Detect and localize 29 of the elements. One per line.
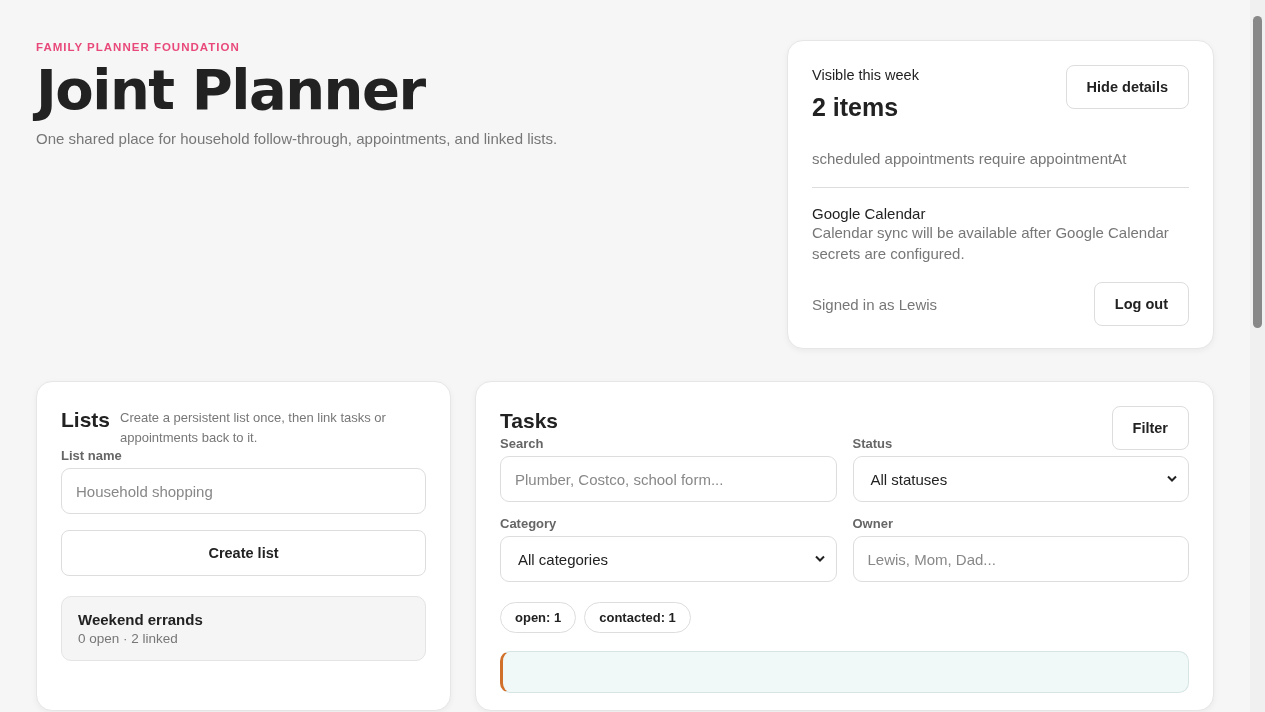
lists-description: Create a persistent list once, then link tasks or appointments back to it. xyxy=(120,409,387,447)
item-count: 2 items xyxy=(812,93,900,122)
summary-label: Visible this week xyxy=(812,67,919,83)
chevron-icon xyxy=(813,555,826,563)
filter-button[interactable]: Filter xyxy=(1111,406,1189,450)
lists-title: Lists xyxy=(61,408,110,432)
filter-dropdown[interactable]: All statuses xyxy=(852,456,1189,502)
field-label: Status xyxy=(852,436,894,451)
integration-title: Google Calendar xyxy=(812,205,927,222)
scrollbar[interactable] xyxy=(1250,0,1265,712)
signed-in-text: Signed in as Lewis xyxy=(812,295,938,313)
tasks-title: Tasks xyxy=(500,409,558,433)
field-label: Owner xyxy=(852,516,894,531)
page-subtitle: One shared place for household follow-through, appointments, and linked lists. xyxy=(36,129,558,147)
field-label: Search xyxy=(500,436,545,451)
list-name-field[interactable]: Household shopping xyxy=(61,468,426,514)
hide-details-button[interactable]: Hide details xyxy=(1065,65,1189,109)
field-label: List name xyxy=(61,448,123,463)
create-list-button[interactable]: Create list xyxy=(61,530,426,576)
filter-field[interactable]: Lewis, Mom, Dad... xyxy=(852,536,1189,582)
filter-field[interactable]: Plumber, Costco, school form... xyxy=(500,456,837,502)
list-item[interactable]: Weekend errands 0 open · 2 linked xyxy=(61,596,426,661)
chevron-icon xyxy=(1166,475,1178,483)
field-label: Category xyxy=(500,516,558,531)
notice-text: scheduled appointments require appointmentAt xyxy=(812,150,1128,167)
integration-text: Calendar sync will be available after Google Calendar secrets are configured. xyxy=(812,223,1170,264)
filter-dropdown[interactable]: All categories xyxy=(500,536,837,582)
logout-button[interactable]: Log out xyxy=(1093,282,1189,326)
eyebrow-text: FAMILY PLANNER FOUNDATION xyxy=(36,41,241,53)
